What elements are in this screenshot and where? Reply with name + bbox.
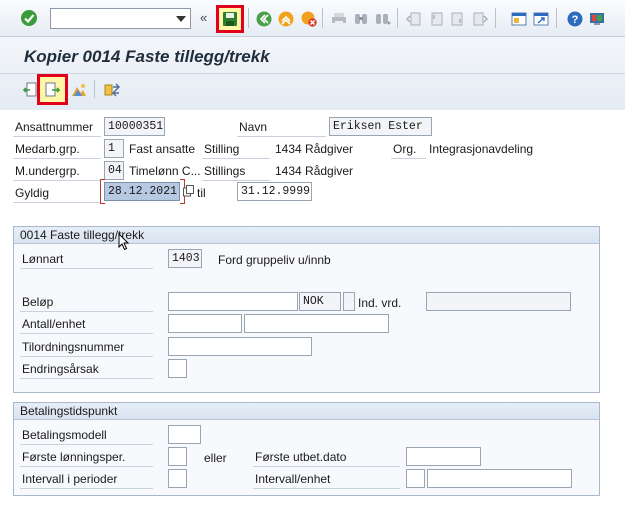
intervall-enhet-field-2[interactable] bbox=[427, 469, 572, 488]
medarb-grp-text: Fast ansatte bbox=[129, 142, 196, 156]
intervall-enhet-field-1[interactable] bbox=[406, 469, 425, 488]
endringsarsak-label: Endringsårsak bbox=[20, 360, 153, 379]
antall-field[interactable] bbox=[168, 314, 242, 333]
navn-label: Navn bbox=[237, 118, 326, 137]
collapse-icon[interactable]: « bbox=[200, 10, 212, 26]
lonnart-text: Ford gruppeliv u/innb bbox=[218, 253, 331, 267]
group-title: 0014 Faste tillegg/trekk bbox=[14, 227, 599, 244]
print-icon[interactable] bbox=[330, 10, 348, 28]
tilordningsnummer-label: Tilordningsnummer bbox=[20, 338, 153, 357]
ansattnummer-field[interactable]: 10000351 bbox=[104, 117, 165, 136]
intervall-enhet-label: Intervall/enhet bbox=[253, 470, 400, 489]
antall-enhet-label: Antall/enhet bbox=[20, 315, 153, 334]
m-undergrp-code-field[interactable]: 04 bbox=[104, 161, 124, 180]
last-page-icon[interactable] bbox=[471, 10, 489, 28]
belop-label: Beløp bbox=[20, 293, 153, 312]
stilling-value: 1434 Rådgiver bbox=[275, 142, 354, 156]
exit-icon[interactable] bbox=[277, 10, 295, 28]
tilordningsnummer-field[interactable] bbox=[168, 337, 312, 356]
enter-icon[interactable] bbox=[20, 9, 38, 27]
svg-text:?: ? bbox=[572, 14, 579, 26]
ind-vrd-label: Ind. vrd. bbox=[358, 296, 402, 310]
forste-utbet-dato-field[interactable] bbox=[406, 447, 481, 466]
currency-field[interactable]: NOK bbox=[299, 292, 341, 311]
find-icon[interactable] bbox=[352, 10, 370, 28]
stillings-label: Stillings bbox=[202, 162, 270, 181]
enhet-field[interactable] bbox=[244, 314, 389, 333]
gyldig-from-field[interactable]: 28.12.2021 bbox=[104, 182, 180, 201]
ansattnummer-label: Ansattnummer bbox=[13, 118, 101, 137]
currency-flag-field[interactable] bbox=[343, 292, 355, 311]
personnel-actions-icon[interactable] bbox=[103, 81, 121, 99]
intervall-perioder-field[interactable] bbox=[168, 469, 187, 488]
gyldig-label: Gyldig bbox=[13, 184, 101, 203]
endringsarsak-field[interactable] bbox=[168, 359, 187, 378]
next-record-icon[interactable] bbox=[37, 74, 68, 105]
first-page-icon[interactable] bbox=[405, 10, 423, 28]
group-title: Betalingstidspunkt bbox=[14, 403, 599, 420]
stilling-label: Stilling bbox=[202, 140, 270, 159]
forste-utbet-dato-label: Første utbet.dato bbox=[253, 448, 400, 467]
org-label: Org. bbox=[391, 140, 426, 159]
intervall-perioder-label: Intervall i perioder bbox=[20, 470, 153, 489]
cancel-icon[interactable] bbox=[300, 10, 318, 28]
medarb-grp-code-field[interactable]: 1 bbox=[104, 139, 124, 158]
ind-vrd-field[interactable] bbox=[426, 292, 571, 311]
copy-icon[interactable] bbox=[183, 185, 195, 197]
gyldig-to-field[interactable]: 31.12.9999 bbox=[237, 182, 312, 201]
belop-field[interactable] bbox=[168, 292, 298, 311]
eller-label: eller bbox=[204, 451, 227, 465]
help-icon[interactable]: ? bbox=[566, 10, 584, 28]
lonnart-label: Lønnart bbox=[20, 250, 153, 269]
previous-page-icon[interactable] bbox=[427, 10, 445, 28]
til-label: til bbox=[197, 186, 206, 200]
chevron-down-icon bbox=[176, 15, 186, 22]
find-next-icon[interactable] bbox=[374, 10, 392, 28]
title-divider bbox=[0, 73, 625, 74]
save-icon[interactable] bbox=[216, 5, 244, 33]
mouse-cursor-icon bbox=[118, 233, 130, 251]
command-history-dropdown[interactable] bbox=[173, 10, 189, 27]
page-title: Kopier 0014 Faste tillegg/trekk bbox=[24, 47, 270, 66]
forste-lonningsper-label: Første lønningsper. bbox=[20, 448, 153, 467]
m-undergrp-text: Timelønn C... bbox=[129, 164, 201, 178]
medarb-grp-label: Medarb.grp. bbox=[13, 140, 101, 159]
m-undergrp-label: M.undergrp. bbox=[13, 162, 101, 181]
forste-lonningsper-field[interactable] bbox=[168, 447, 187, 466]
shortcut-icon[interactable] bbox=[532, 10, 550, 28]
previous-record-icon[interactable] bbox=[21, 81, 39, 99]
org-value: Integrasjonavdeling bbox=[429, 142, 534, 156]
command-field[interactable] bbox=[50, 8, 191, 29]
lonnart-field[interactable]: 1403 bbox=[168, 249, 202, 268]
focus-bracket-left bbox=[100, 179, 105, 204]
new-session-icon[interactable] bbox=[510, 10, 528, 28]
customize-layout-icon[interactable] bbox=[588, 10, 606, 28]
stillings-value: 1434 Rådgiver bbox=[275, 164, 354, 178]
appbar-separator bbox=[94, 80, 95, 98]
overview-icon[interactable] bbox=[70, 81, 88, 99]
back-icon[interactable] bbox=[255, 10, 273, 28]
betalingsmodell-field[interactable] bbox=[168, 425, 201, 444]
next-page-icon[interactable] bbox=[449, 10, 467, 28]
navn-field[interactable]: Eriksen Ester bbox=[329, 117, 432, 136]
betalingsmodell-label: Betalingsmodell bbox=[20, 426, 153, 445]
